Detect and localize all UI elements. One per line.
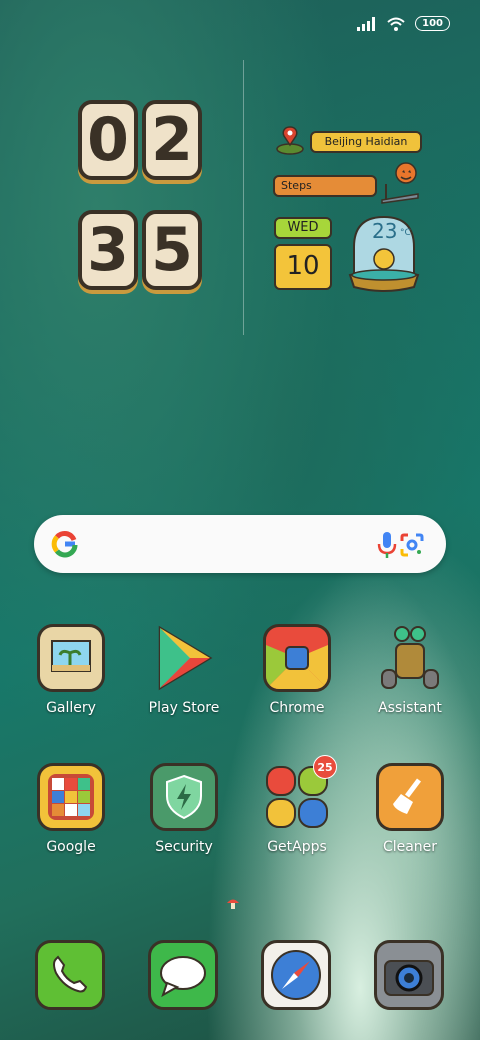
app-label: Play Store [148,700,220,716]
app-getapps[interactable]: 25 GetApps [247,755,347,855]
gallery-icon [37,624,105,692]
dock-phone[interactable] [20,940,120,1010]
widget-divider [243,60,244,335]
app-label: Security [155,839,213,855]
voice-search-icon[interactable] [376,531,398,559]
signal-icon [357,16,376,31]
app-label: Cleaner [382,839,438,855]
dock-camera[interactable] [359,940,459,1010]
notification-badge: 25 [313,755,337,779]
app-assistant[interactable]: Assistant [360,624,460,716]
app-play-store[interactable]: Play Store [134,624,234,716]
app-gallery[interactable]: Gallery [21,624,121,716]
clock-minute-tens: 3 [78,210,138,290]
temperature-value: 23 [372,219,398,243]
messages-icon [148,940,218,1010]
clock-hour-ones: 2 [142,100,202,180]
app-label: Gallery [46,700,96,716]
steps-widget[interactable]: Steps [273,175,377,197]
broom-icon [376,763,444,831]
steps-label: Steps [281,179,312,192]
app-label: Chrome [269,700,325,716]
day-of-week: WED [274,217,332,239]
app-google-folder[interactable]: Google [21,763,121,855]
location-pin-icon [276,126,304,155]
app-security[interactable]: Security [134,763,234,855]
google-g-icon [51,531,78,558]
location-label[interactable]: Beijing Haidian [310,131,422,153]
app-chrome[interactable]: Chrome [247,624,347,716]
clock-minute-ones: 5 [142,210,202,290]
treadmill-pumpkin-icon [381,162,419,204]
dock-messages[interactable] [133,940,233,1010]
dock-browser[interactable] [246,940,346,1010]
temperature-unit: °C [400,228,411,238]
chrome-icon [263,624,331,692]
robot-icon [376,624,444,692]
app-label: GetApps [267,839,327,855]
app-cleaner[interactable]: Cleaner [360,763,460,855]
getapps-icon: 25 [263,755,337,831]
google-search-bar[interactable] [34,515,446,573]
phone-icon [35,940,105,1010]
app-label: Google [46,839,96,855]
folder-icon [37,763,105,831]
battery-indicator: 100 [415,16,450,31]
wifi-icon [387,17,405,31]
app-label: Assistant [378,700,442,716]
shield-icon [150,763,218,831]
camera-icon [374,940,444,1010]
status-bar: 100 [357,16,450,31]
mushroom-icon [227,899,239,909]
play-store-icon [150,624,218,692]
clock-hour-tens: 0 [78,100,138,180]
google-lens-icon[interactable] [398,531,426,559]
date-number[interactable]: 10 [274,244,332,290]
browser-compass-icon [261,940,331,1010]
